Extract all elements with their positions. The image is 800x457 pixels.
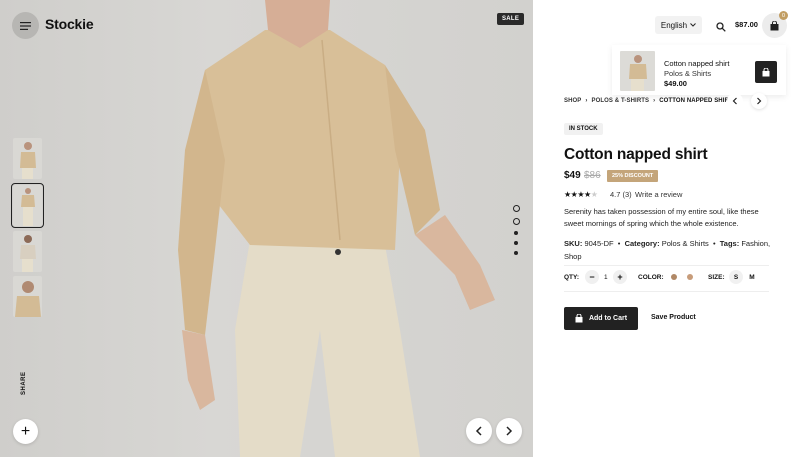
mini-cart-price: $49.00 <box>664 79 687 88</box>
language-label: English <box>660 20 688 30</box>
mini-cart-thumbnail[interactable] <box>620 51 655 91</box>
menu-button[interactable] <box>12 12 39 39</box>
size-option-s[interactable]: S <box>729 270 743 284</box>
add-to-cart-button[interactable]: Add to Cart <box>564 307 638 330</box>
image-next-button[interactable] <box>496 418 522 444</box>
image-prev-button[interactable] <box>466 418 492 444</box>
thumbnail-image <box>20 142 36 179</box>
product-description: Serenity has taken possession of my enti… <box>564 207 759 228</box>
size-label: SIZE: <box>708 274 725 281</box>
cart-count-badge: 0 <box>779 11 788 20</box>
bag-icon <box>770 20 779 30</box>
search-icon <box>716 22 726 32</box>
breadcrumb-separator: › <box>585 98 588 104</box>
category-link[interactable]: Polos & Shirts <box>662 239 709 248</box>
breadcrumb-current: COTTON NAPPED SHIRT <box>659 98 733 104</box>
old-price: $86 <box>584 170 601 181</box>
breadcrumb-category[interactable]: POLOS & T-SHIRTS <box>592 98 650 104</box>
sku-label: SKU: <box>564 239 583 248</box>
qty-decrease-button[interactable]: − <box>585 270 599 284</box>
product-meta: SKU: 9045-DF • Category: Polos & Shirts … <box>564 239 771 261</box>
thumbnail-4[interactable] <box>13 276 42 317</box>
chevron-down-icon <box>690 23 696 27</box>
search-button[interactable] <box>716 19 726 37</box>
breadcrumb: SHOP › POLOS & T-SHIRTS › COTTON NAPPED … <box>564 98 733 104</box>
color-swatch-2[interactable] <box>687 274 693 280</box>
qty-value[interactable]: 1 <box>604 274 608 281</box>
product-price: $49 <box>564 170 581 181</box>
minus-icon: − <box>589 272 595 282</box>
hamburger-icon <box>20 21 31 30</box>
qty-label: QTY: <box>564 274 580 281</box>
next-product-button[interactable] <box>751 93 767 109</box>
slide-indicator <box>512 205 520 261</box>
add-to-cart-label: Add to Cart <box>588 315 628 322</box>
mini-cart-category: Polos & Shirts <box>664 69 712 78</box>
color-label: COLOR: <box>638 274 664 281</box>
sku-value: 9045-DF <box>584 239 614 248</box>
thumbnail-3[interactable] <box>13 231 42 272</box>
slide-dot-active[interactable] <box>512 205 520 212</box>
previous-product-button[interactable] <box>727 93 743 109</box>
breadcrumb-separator: › <box>653 98 656 104</box>
stock-badge: IN STOCK <box>564 123 603 135</box>
chevron-left-icon <box>475 426 482 436</box>
category-label: Category: <box>624 239 660 248</box>
breadcrumb-shop[interactable]: SHOP <box>564 98 581 104</box>
star-empty-icon: ★ <box>590 190 598 199</box>
chevron-left-icon <box>732 97 737 105</box>
size-option-m[interactable]: M <box>745 270 759 284</box>
share-button[interactable]: + <box>13 419 38 444</box>
bag-icon <box>762 67 770 76</box>
sale-badge: SALE <box>497 13 525 25</box>
share-label[interactable]: SHARE <box>21 371 27 395</box>
thumbnail-image <box>21 188 35 226</box>
cart-total: $87.00 <box>735 20 758 29</box>
slide-dot[interactable] <box>514 241 518 245</box>
product-hero-image <box>0 0 533 457</box>
slide-dot[interactable] <box>512 218 520 225</box>
tags-label: Tags: <box>719 239 740 248</box>
mini-cart-popup: Cotton napped shirt Polos & Shirts $49.0… <box>612 45 786 95</box>
rating-stars: ★★★★★ <box>564 190 598 199</box>
star-filled-icons: ★★★★ <box>564 190 591 199</box>
thumbnail-image <box>20 235 36 272</box>
logo[interactable]: Stockie <box>45 16 94 32</box>
thumbnail-1[interactable] <box>13 138 42 179</box>
mini-cart-title[interactable]: Cotton napped shirt <box>664 59 729 68</box>
old-price-value: $86 <box>584 170 601 181</box>
color-swatch-1[interactable] <box>671 274 677 280</box>
language-select[interactable]: English <box>655 16 702 34</box>
write-review-link[interactable]: Write a review <box>635 190 682 199</box>
mini-cart-bag-button[interactable] <box>755 61 777 83</box>
qty-increase-button[interactable]: + <box>613 270 627 284</box>
product-title: Cotton napped shirt <box>564 146 708 163</box>
chevron-right-icon <box>506 426 513 436</box>
thumbnail-image <box>15 281 41 317</box>
slide-dot[interactable] <box>514 251 518 255</box>
bag-icon <box>575 314 583 323</box>
chevron-right-icon <box>757 97 762 105</box>
slide-dot[interactable] <box>514 231 518 235</box>
product-options: QTY: − 1 + COLOR: SIZE: S M <box>564 265 769 292</box>
discount-badge: 25% DISCOUNT <box>607 170 659 182</box>
save-product-button[interactable]: Save Product <box>651 314 696 321</box>
mini-cart-image <box>629 55 647 91</box>
plus-icon: + <box>617 272 623 282</box>
plus-icon: + <box>20 422 31 440</box>
rating-value: 4.7 (3) <box>610 190 632 199</box>
thumbnail-2[interactable] <box>11 183 44 228</box>
model-illustration <box>178 0 495 457</box>
